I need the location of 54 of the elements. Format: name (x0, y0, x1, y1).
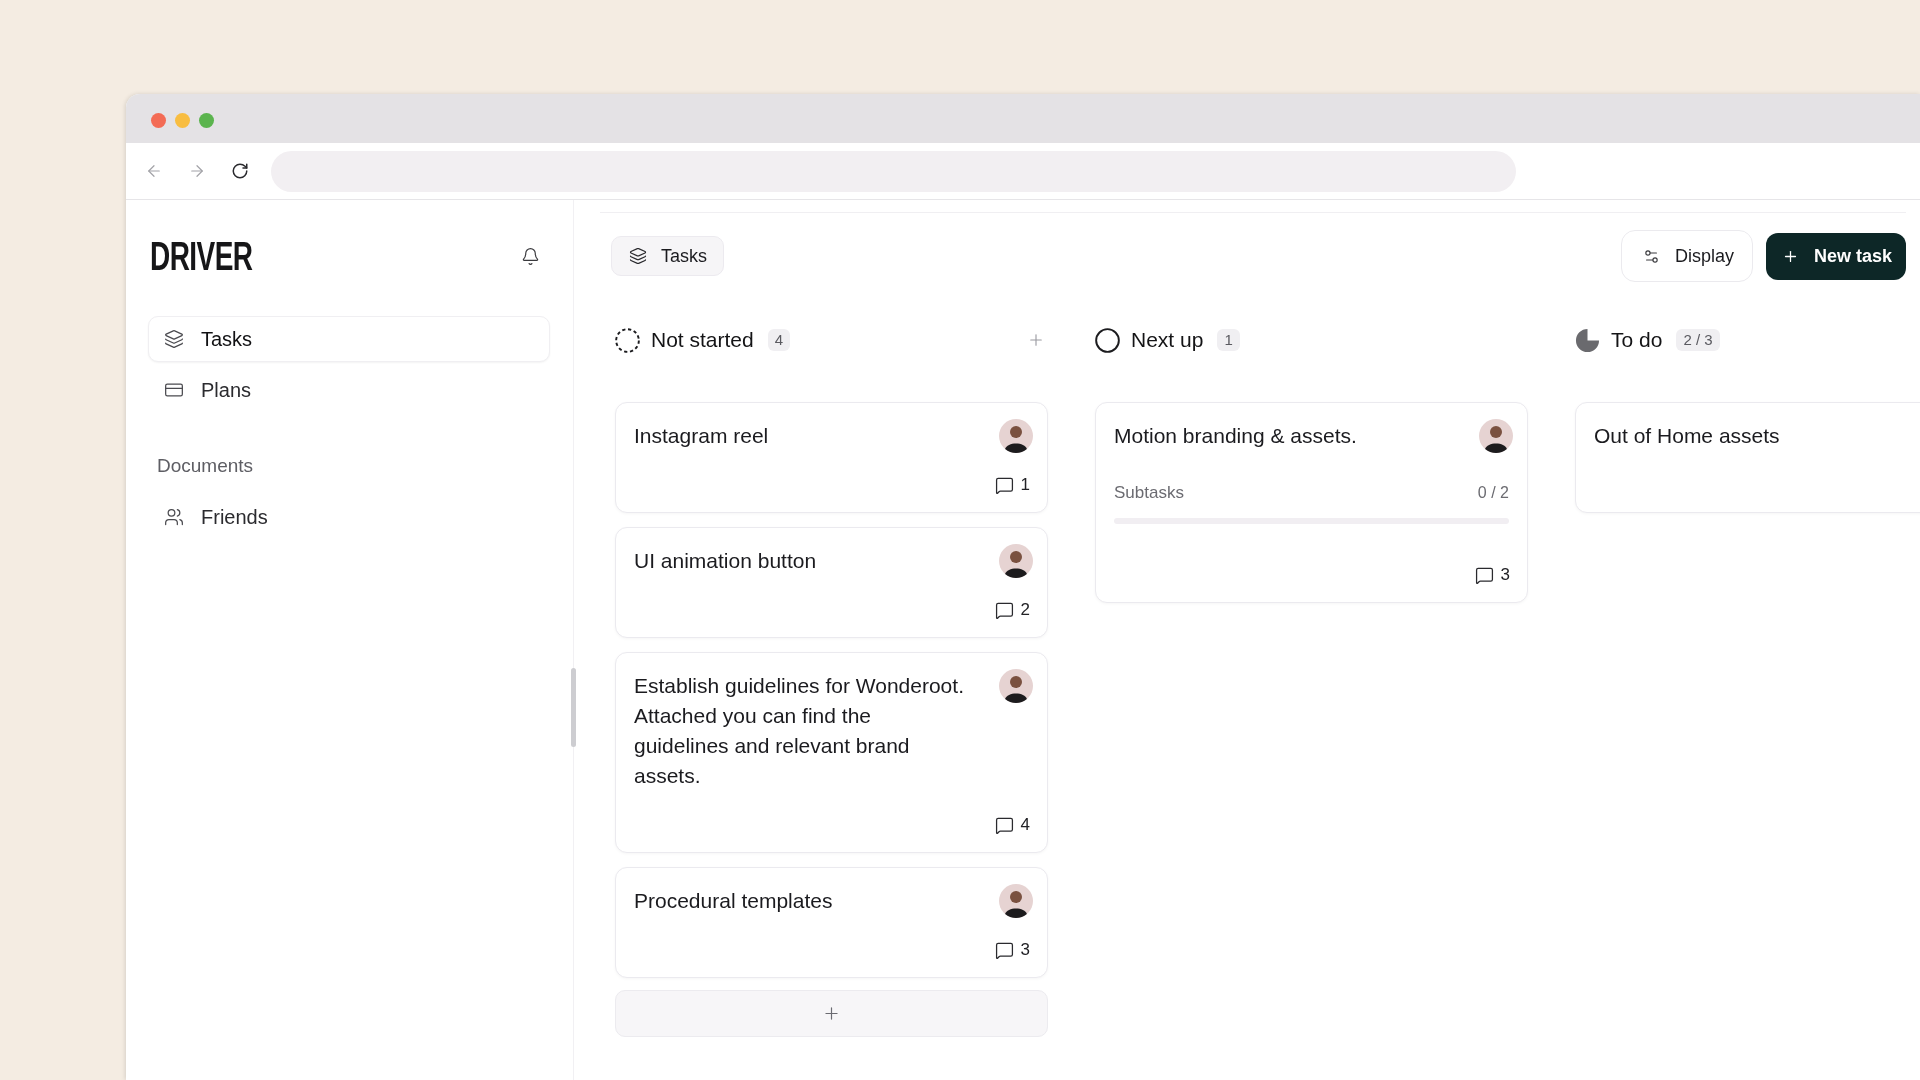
layers-icon (629, 247, 647, 265)
comment-count: 3 (1020, 940, 1030, 960)
subtasks-count: 0 / 2 (1477, 483, 1509, 503)
column-title: To do (1611, 327, 1663, 353)
minimize-button[interactable] (175, 113, 190, 128)
comment-icon (994, 475, 1014, 495)
count-badge: 1 (1217, 329, 1240, 351)
dashed-circle-icon (615, 327, 640, 353)
task-card[interactable]: Establish guidelines for Wonderoot. Attached you can find the guidelines and relevant brand assets. 4 (615, 652, 1048, 853)
comment-icon (994, 940, 1014, 960)
comment-icon (994, 815, 1014, 835)
task-card[interactable]: Procedural templates 3 (615, 867, 1048, 978)
add-card-button[interactable] (615, 990, 1048, 1037)
plus-icon[interactable] (1027, 331, 1045, 349)
task-card[interactable]: Motion branding & assets. Subtasks 0 / 2 3 (1095, 402, 1528, 603)
task-card[interactable]: Out of Home assets (1575, 402, 1920, 513)
card-title: Establish guidelines for Wonderoot. Attached you can find the guidelines and relevant brand assets. (634, 673, 965, 789)
count-badge: 4 (767, 329, 791, 351)
nav-item[interactable]: Plans (148, 367, 550, 413)
new-task-button[interactable]: New task (1765, 232, 1906, 280)
resize-handle[interactable] (571, 668, 576, 747)
comment-count: 2 (1020, 600, 1030, 620)
card-title: Out of Home assets (1594, 423, 1780, 449)
pie-icon (1575, 327, 1600, 353)
card-title: UI animation button (634, 548, 817, 574)
card-title: Procedural templates (634, 888, 833, 914)
task-card[interactable]: UI animation button 2 (615, 527, 1048, 638)
comment-count: 1 (1020, 475, 1030, 495)
display-button[interactable]: Display (1620, 230, 1753, 282)
comment-count: 3 (1500, 565, 1510, 585)
circle-icon (1095, 327, 1120, 353)
sidebar-item[interactable]: Friends (148, 494, 550, 540)
card-title: Motion branding & assets. (1114, 423, 1357, 449)
logo: DRIVER (150, 236, 253, 276)
comment-icon (994, 600, 1014, 620)
column-title: Not started (651, 327, 754, 353)
reload-icon[interactable] (231, 162, 249, 180)
plus-icon (822, 1004, 841, 1023)
comment-icon (1474, 565, 1494, 585)
comment-count: 4 (1020, 815, 1030, 835)
sliders-icon (1642, 247, 1660, 265)
maximize-button[interactable] (199, 113, 214, 128)
bell-icon[interactable] (521, 246, 540, 266)
section-heading: Documents (156, 454, 254, 478)
users-icon (164, 507, 184, 527)
nav-item[interactable]: Tasks (148, 316, 550, 362)
card-title: Instagram reel (634, 423, 769, 449)
layers-icon (164, 329, 184, 349)
subtasks-label: Subtasks (1114, 483, 1184, 503)
view-button[interactable]: Tasks (611, 236, 724, 276)
task-card[interactable]: Instagram reel 1 (615, 402, 1048, 513)
close-button[interactable] (151, 113, 166, 128)
count-badge: 2 / 3 (1676, 329, 1720, 351)
column-title: Next up (1131, 327, 1204, 353)
